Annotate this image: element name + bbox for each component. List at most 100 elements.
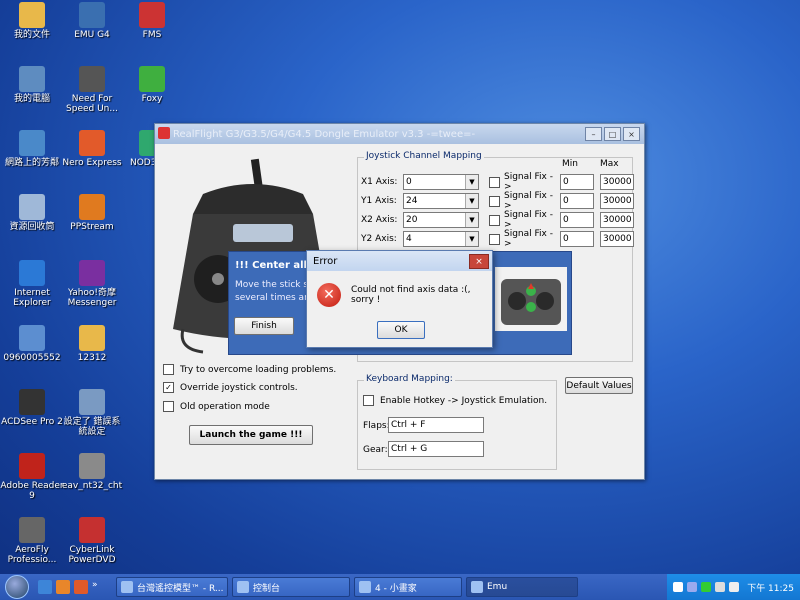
signal-fix-checkbox[interactable] xyxy=(489,195,500,207)
error-message: Could not find axis data :(, sorry ! xyxy=(351,285,471,305)
windows-orb-icon xyxy=(5,575,29,599)
clock[interactable]: 下午 11:25 xyxy=(747,581,794,594)
option-checkbox[interactable] xyxy=(163,401,174,412)
desktop-icon[interactable]: eav_nt32_cht xyxy=(60,453,124,491)
taskbar-task-button[interactable]: Emu xyxy=(466,577,578,597)
axis-label: X1 Axis: xyxy=(361,177,398,187)
error-titlebar[interactable]: Error × xyxy=(307,251,492,271)
signal-fix-label: Signal Fix -> xyxy=(504,172,553,192)
max-column-header: Max xyxy=(600,159,619,169)
desktop-icon[interactable]: 12312 xyxy=(60,325,124,363)
finish-button[interactable]: Finish xyxy=(234,317,294,335)
signal-fix-checkbox[interactable] xyxy=(489,214,500,226)
axis-min-field[interactable]: 0 xyxy=(560,231,594,247)
option-label: Override joystick controls. xyxy=(180,382,298,393)
network-tray-icon[interactable] xyxy=(687,582,698,592)
computer-icon xyxy=(19,66,45,92)
axis-channel-select[interactable]: 4 ▼ xyxy=(403,231,479,247)
task-app-icon xyxy=(359,581,371,593)
maximize-button[interactable]: □ xyxy=(604,127,621,141)
axis-channel-value: 4 xyxy=(406,234,412,244)
task-label: Emu xyxy=(487,582,508,592)
folder-icon xyxy=(79,325,105,351)
desktop-icon[interactable]: Nero Express xyxy=(60,130,124,168)
window-titlebar[interactable]: RealFlight G3/G3.5/G4/G4.5 Dongle Emulat… xyxy=(155,124,644,144)
recycle-bin-icon xyxy=(19,194,45,220)
option-checkbox[interactable]: ✓ xyxy=(163,382,174,393)
desktop-icon[interactable]: PPStream xyxy=(60,194,124,232)
desktop-icon[interactable]: 我的文件 xyxy=(0,2,64,40)
hotkey-checkbox[interactable] xyxy=(363,395,374,406)
speaker-icon[interactable] xyxy=(729,582,740,592)
axis-min-field[interactable]: 0 xyxy=(560,193,594,209)
desktop-icon[interactable]: Need For Speed Un... xyxy=(60,66,124,114)
antivirus-tray-icon[interactable] xyxy=(701,582,712,592)
axis-max-field[interactable]: 30000 xyxy=(600,212,634,228)
option-checkbox[interactable] xyxy=(163,364,174,375)
desktop-icon[interactable]: AeroFly Professio... xyxy=(0,517,64,565)
taskbar-task-button[interactable]: 控制台 xyxy=(232,577,350,597)
chevron-down-icon[interactable]: ▼ xyxy=(465,194,478,208)
option-checkbox-row[interactable]: Old operation mode xyxy=(163,401,270,412)
desktop-icon-label: 我的電腦 xyxy=(13,94,50,104)
error-close-button[interactable]: × xyxy=(469,254,489,269)
taskbar-task-button[interactable]: 台灣遙控模型™ - R... xyxy=(116,577,228,597)
axis-max-field[interactable]: 30000 xyxy=(600,174,634,190)
desktop-icon[interactable]: Adobe Reader 9 xyxy=(0,453,64,501)
hotkey-option[interactable]: Enable Hotkey -> Joystick Emulation. xyxy=(363,395,547,406)
option-label: Old operation mode xyxy=(180,401,270,412)
chevron-down-icon[interactable]: ▼ xyxy=(465,175,478,189)
axis-min-field[interactable]: 0 xyxy=(560,212,594,228)
axis-channel-select[interactable]: 20 ▼ xyxy=(403,212,479,228)
flaps-field[interactable]: Ctrl + F xyxy=(388,417,484,433)
volume-icon[interactable] xyxy=(715,582,726,592)
desktop-icon[interactable]: 設定了 錯誤系統設定 xyxy=(60,389,124,437)
network-icon xyxy=(19,130,45,156)
launch-game-button[interactable]: Launch the game !!! xyxy=(189,425,313,445)
option-checkbox-row[interactable]: ✓ Override joystick controls. xyxy=(163,382,298,393)
chevron-down-icon[interactable]: ▼ xyxy=(465,232,478,246)
signal-fix-checkbox[interactable] xyxy=(489,176,500,188)
chevron-down-icon[interactable]: ▼ xyxy=(465,213,478,227)
desktop-icon[interactable]: 我的電腦 xyxy=(0,66,64,104)
signal-fix-checkbox[interactable] xyxy=(489,233,500,245)
axis-channel-value: 20 xyxy=(406,215,418,225)
quicklaunch-ie-icon[interactable] xyxy=(38,580,52,594)
desktop-icon[interactable]: Yahoo!奇摩 Messenger xyxy=(60,260,124,308)
desktop-icon-label: Need For Speed Un... xyxy=(66,94,118,114)
system-tray: 下午 11:25 xyxy=(667,574,800,600)
desktop-icon[interactable]: FMS xyxy=(120,2,184,40)
minimize-button[interactable]: – xyxy=(585,127,602,141)
desktop-icon-label: 網路上的芳鄰 xyxy=(4,158,59,168)
quicklaunch-firefox-icon[interactable] xyxy=(56,580,70,594)
desktop-icon[interactable]: 網路上的芳鄰 xyxy=(0,130,64,168)
quicklaunch-media-icon[interactable] xyxy=(74,580,88,594)
axis-label: X2 Axis: xyxy=(361,215,398,225)
desktop-icon[interactable]: CyberLink PowerDVD xyxy=(60,517,124,565)
desktop-icon-label: PPStream xyxy=(70,222,114,232)
axis-channel-select[interactable]: 0 ▼ xyxy=(403,174,479,190)
axis-min-field[interactable]: 0 xyxy=(560,174,594,190)
close-button[interactable]: × xyxy=(623,127,640,141)
foxy-icon xyxy=(139,66,165,92)
desktop-icon[interactable]: ACDSee Pro 2 xyxy=(0,389,64,427)
desktop-icon[interactable]: EMU G4 xyxy=(60,2,124,40)
error-dialog: Error × ✕ Could not find axis data :(, s… xyxy=(306,250,493,348)
desktop-icon[interactable]: Foxy xyxy=(120,66,184,104)
axis-max-field[interactable]: 30000 xyxy=(600,231,634,247)
option-checkbox-row[interactable]: Try to overcome loading problems. xyxy=(163,364,336,375)
desktop-icon[interactable]: Internet Explorer xyxy=(0,260,64,308)
axis-row: Y1 Axis: 24 ▼ Signal Fix -> 0 30000 xyxy=(361,191,640,211)
gear-field[interactable]: Ctrl + G xyxy=(388,441,484,457)
ok-button[interactable]: OK xyxy=(377,321,425,339)
start-button[interactable] xyxy=(0,574,34,600)
desktop-icon[interactable]: 0960005552 xyxy=(0,325,64,363)
axis-max-field[interactable]: 30000 xyxy=(600,193,634,209)
quicklaunch-more-icon[interactable]: » xyxy=(92,580,106,594)
ime-icon[interactable] xyxy=(673,582,684,592)
signal-fix-label: Signal Fix -> xyxy=(504,191,553,211)
desktop-icon[interactable]: 資源回收筒 xyxy=(0,194,64,232)
default-values-button[interactable]: Default Values xyxy=(565,377,633,394)
taskbar-task-button[interactable]: 4 - 小畫家 xyxy=(354,577,462,597)
axis-channel-select[interactable]: 24 ▼ xyxy=(403,193,479,209)
